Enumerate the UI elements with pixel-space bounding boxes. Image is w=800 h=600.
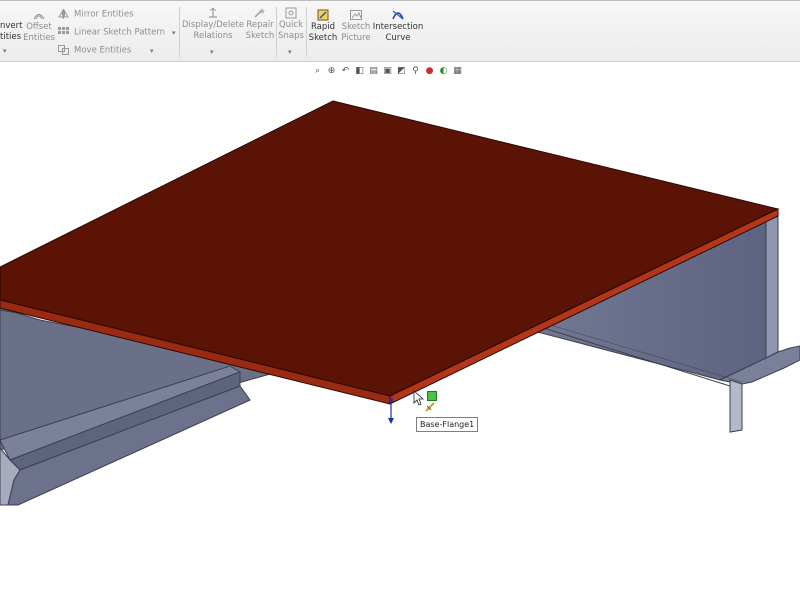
quick-snaps-label-1: Quick	[278, 20, 304, 30]
command-manager-ribbon: nvert tities ▾ Offset Entities Mirror En…	[0, 0, 800, 62]
linear-sketch-pattern-label: Linear Sketch Pattern	[74, 27, 166, 38]
heads-up-view-toolbar: ⌕ ⊕ ↶ ◧ ▤ ▣ ◩ ⚲ ● ◐ ▦	[312, 64, 463, 78]
display-delete-label-1: Display/Delete	[182, 20, 245, 30]
intersection-curve-label-1: Intersection	[372, 22, 424, 32]
quick-snaps-label-2: Snaps	[278, 31, 304, 41]
move-entities-label: Move Entities	[74, 45, 132, 56]
repair-sketch-button[interactable]: Repair Sketch	[244, 7, 276, 42]
convert-entities-label-2: tities	[0, 32, 22, 42]
intersection-curve-label-2: Curve	[385, 33, 411, 43]
zoom-to-fit-icon[interactable]: ⌕	[312, 66, 323, 77]
mirror-entities-label: Mirror Entities	[74, 9, 134, 20]
linear-sketch-pattern-button[interactable]: Linear Sketch Pattern	[58, 27, 165, 38]
offset-entities-label-2: Entities	[23, 33, 55, 43]
edit-appearance-icon[interactable]: ●	[424, 66, 435, 77]
feature-tooltip: Base-Flange1	[416, 417, 479, 432]
move-entities-icon	[58, 45, 69, 55]
move-entities-button[interactable]: Move Entities	[58, 45, 131, 56]
quick-snaps-dropdown-icon[interactable]: ▾	[288, 48, 292, 56]
repair-sketch-icon	[254, 8, 265, 18]
offset-entities-button[interactable]: Offset Entities	[23, 9, 55, 44]
repair-sketch-label-1: Repair	[246, 20, 274, 30]
filter-icon	[425, 402, 435, 412]
previous-view-icon[interactable]: ↶	[340, 66, 351, 77]
linear-pattern-icon	[58, 27, 69, 34]
sketch-picture-icon	[350, 10, 362, 20]
sketch-picture-button[interactable]: Sketch Picture	[339, 9, 373, 44]
quick-snaps-button[interactable]: Quick Snaps	[277, 7, 305, 42]
display-style-icon[interactable]: ◩	[396, 66, 407, 77]
sketch-picture-label-2: Picture	[341, 33, 371, 43]
display-delete-label-2: Relations	[193, 31, 233, 41]
move-dropdown-icon[interactable]: ▾	[150, 47, 154, 55]
convert-entities-label-1: nvert	[0, 21, 23, 31]
tooltip-label: Base-Flange1	[420, 420, 475, 429]
view-settings-icon[interactable]: ▦	[452, 66, 463, 77]
mirror-entities-icon	[58, 9, 69, 19]
rapid-sketch-label-1: Rapid	[310, 22, 336, 32]
apply-scene-icon[interactable]: ◐	[438, 66, 449, 77]
mirror-entities-button[interactable]: Mirror Entities	[58, 9, 134, 20]
ribbon-separator	[179, 7, 180, 57]
quick-snaps-icon	[285, 7, 297, 19]
offset-entities-icon	[33, 13, 45, 20]
mouse-pointer-icon	[413, 390, 425, 406]
display-relations-icon	[209, 7, 217, 18]
rapid-sketch-button[interactable]: Rapid Sketch	[308, 9, 338, 44]
zoom-area-icon[interactable]: ⊕	[326, 66, 337, 77]
display-delete-relations-button[interactable]: Display/Delete Relations	[182, 7, 244, 42]
convert-entities-button[interactable]: nvert tities	[0, 9, 22, 43]
repair-sketch-label-2: Sketch	[245, 31, 275, 41]
model-view	[0, 62, 800, 600]
face-selection-icon	[427, 391, 437, 401]
graphics-area[interactable]: Base-Flange1	[0, 62, 800, 600]
rapid-sketch-icon	[317, 9, 329, 21]
hide-show-icon[interactable]: ⚲	[410, 66, 421, 77]
view-orientation-icon[interactable]: ▣	[382, 66, 393, 77]
convert-dropdown-icon[interactable]: ▾	[3, 47, 7, 55]
relations-dropdown-icon[interactable]: ▾	[210, 48, 214, 56]
offset-entities-label-1: Offset	[26, 22, 52, 32]
intersection-curve-icon	[392, 10, 404, 20]
linear-pattern-dropdown-icon[interactable]: ▾	[172, 29, 176, 37]
dynamic-annotation-icon[interactable]: ▤	[368, 66, 379, 77]
rapid-sketch-label-2: Sketch	[308, 33, 338, 43]
ribbon-separator	[306, 7, 307, 57]
section-view-icon[interactable]: ◧	[354, 66, 365, 77]
sketch-picture-label-1: Sketch	[341, 22, 371, 32]
intersection-curve-button[interactable]: Intersection Curve	[372, 9, 424, 44]
